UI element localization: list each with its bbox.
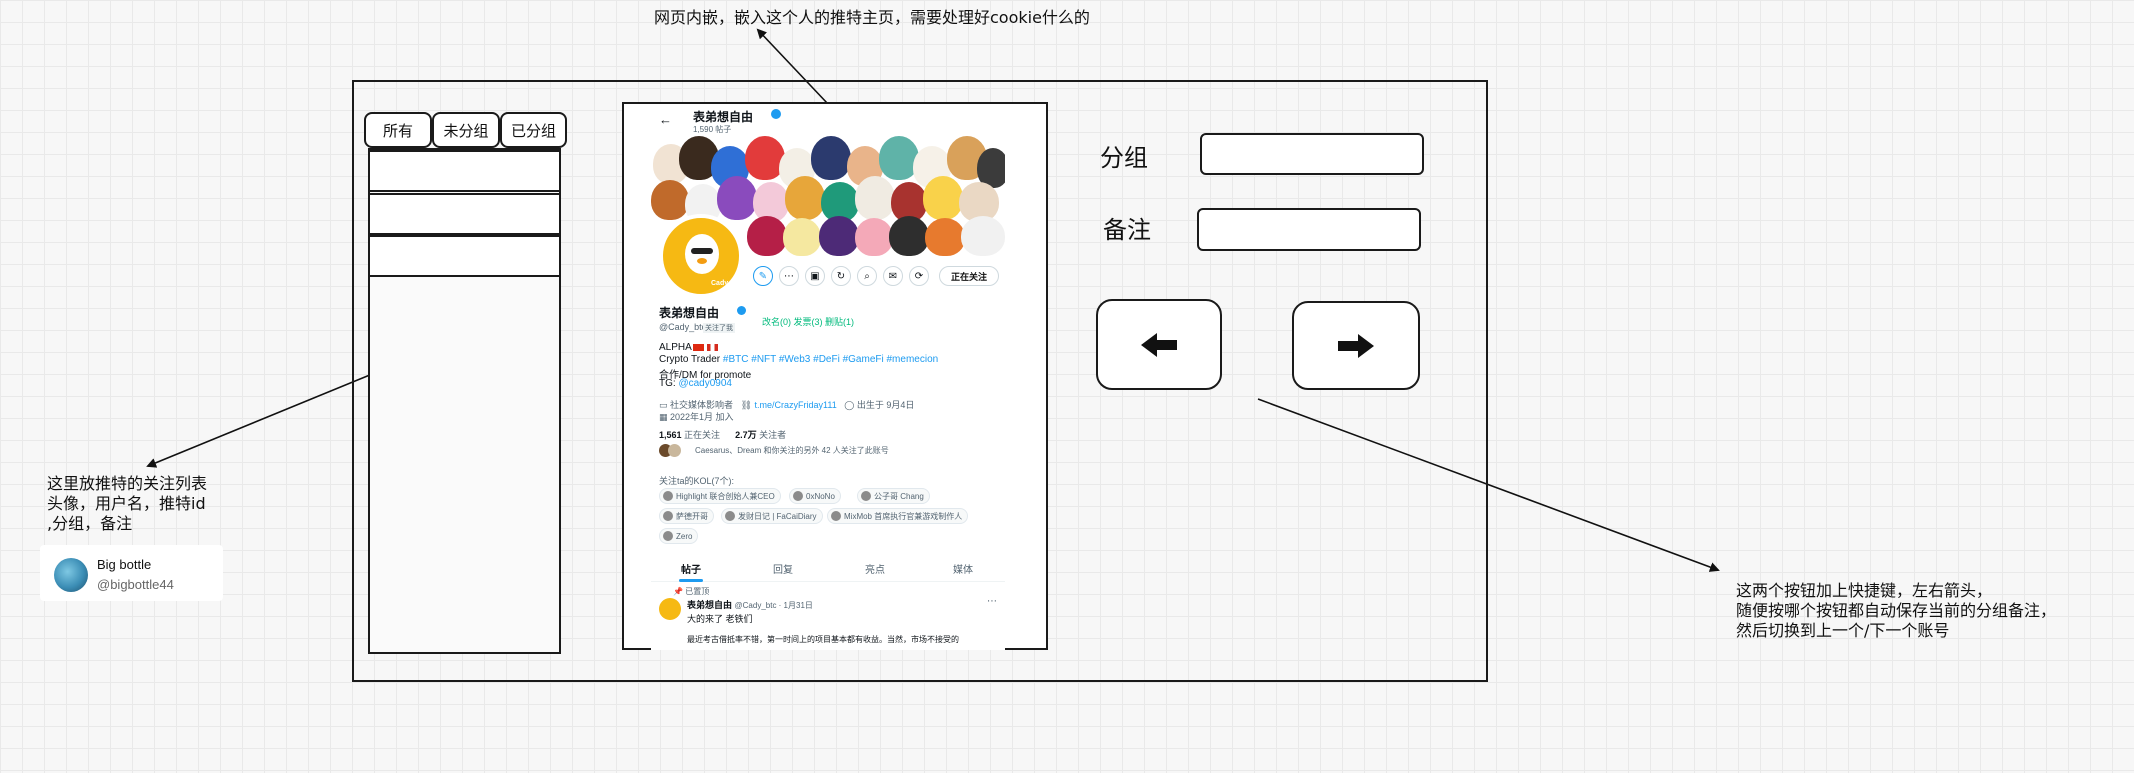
- search-icon[interactable]: ⌕: [857, 266, 877, 286]
- kol-chip[interactable]: 发财日记 | FaCaiDiary: [721, 508, 823, 524]
- right-annotation-line: 这两个按钮加上快捷键，左右箭头，: [1736, 581, 1993, 600]
- group-label: 分组: [1100, 144, 1148, 172]
- refresh-icon[interactable]: ⟳: [909, 266, 929, 286]
- edit-note-icon[interactable]: ✎: [753, 266, 773, 286]
- calendar-icon: ▦: [659, 412, 668, 422]
- profile-display-name: 表弟想自由: [659, 306, 720, 320]
- message-icon[interactable]: ✉: [883, 266, 903, 286]
- followers-count[interactable]: 2.7万: [735, 430, 757, 440]
- telegram-link[interactable]: @cady0904: [678, 378, 732, 389]
- left-annotation-line: ,分组，备注: [47, 514, 133, 533]
- left-annotation-line: 这里放推特的关注列表: [47, 474, 208, 493]
- right-annotation-line: 然后切换到上一个/下一个账号: [1736, 621, 1950, 640]
- kol-chip[interactable]: Zero: [659, 528, 699, 544]
- right-annotation-line: 随便按哪个按钮都自动保存当前的分组备注，: [1736, 601, 2057, 620]
- mutual-avatars: [659, 444, 689, 457]
- profile-website-link[interactable]: t.me/CrazyFriday111: [755, 400, 837, 410]
- balloon-icon: ◯: [844, 400, 855, 410]
- bio-prefix: Crypto Trader: [659, 354, 721, 365]
- briefcase-icon: ▭: [659, 400, 668, 410]
- user-name: Big bottle: [97, 557, 152, 572]
- list-item[interactable]: [368, 193, 561, 235]
- post-text: 大的来了 老铁们: [687, 614, 753, 624]
- note-label: 备注: [1103, 216, 1151, 244]
- profile-joined: ▦ 2022年1月 加入: [659, 410, 734, 423]
- profile-joined-text: 2022年1月 加入: [670, 412, 734, 422]
- avatar: [54, 558, 88, 592]
- profile-category: 社交媒体影响者: [670, 400, 734, 410]
- bio-prefix: TG:: [659, 378, 676, 389]
- arrow-right-icon: [1338, 333, 1374, 358]
- kol-chip[interactable]: 0xNoNo: [789, 488, 841, 504]
- twitter-profile-embed[interactable]: ← 表弟想自由 1,590 帖子 Cady ✎ ⋯ ▣ ↻ ⌕ ✉ ⟳ 正在关注…: [651, 104, 1005, 650]
- followed-by-text[interactable]: Caesarus、Dream 和你关注的另外 42 人关注了此账号: [695, 445, 889, 456]
- tab-grouped[interactable]: 已分组: [500, 112, 567, 148]
- link-icon: ⛓: [740, 400, 752, 410]
- pinned-text: 已置顶: [685, 587, 710, 596]
- kol-chip[interactable]: 公子哥 Chang: [857, 488, 930, 504]
- more-icon[interactable]: ⋯: [779, 266, 799, 286]
- verified-badge-icon: [737, 306, 746, 315]
- tab-ungrouped[interactable]: 未分组: [432, 112, 500, 148]
- profile-avatar[interactable]: Cady: [659, 214, 743, 298]
- right-annotation: 这两个按钮加上快捷键，左右箭头， 随便按哪个按钮都自动保存当前的分组备注， 然后…: [1736, 581, 2056, 641]
- followers-label: 关注者: [759, 430, 787, 440]
- list-item[interactable]: [368, 235, 561, 277]
- post-text: 最近考古借抵率不错，第一时间上的项目基本都有收益。当然，市场不接受的: [687, 635, 959, 644]
- kol-chip[interactable]: Highlight 联合创始人兼CEO: [659, 488, 781, 504]
- tab-highlights[interactable]: 亮点: [865, 561, 885, 576]
- left-annotation-line: 头像，用户名，推特id: [47, 494, 206, 513]
- grok-icon[interactable]: ▣: [805, 266, 825, 286]
- tab-media[interactable]: 媒体: [953, 561, 973, 576]
- history-icon[interactable]: ↻: [831, 266, 851, 286]
- bio-hashtags[interactable]: #BTC #NFT #Web3 #DeFi #GameFi #memecion: [723, 354, 938, 365]
- next-account-button[interactable]: [1292, 301, 1420, 390]
- list-item[interactable]: [368, 150, 561, 192]
- tab-posts[interactable]: 帖子: [681, 561, 701, 576]
- left-annotation: 这里放推特的关注列表 头像，用户名，推特id ,分组，备注: [47, 474, 207, 534]
- user-handle: @bigbottle44: [97, 577, 174, 592]
- post-more-icon[interactable]: ⋯: [987, 596, 997, 607]
- header-post-count: 1,590 帖子: [693, 125, 732, 134]
- profile-birthday: 出生于 9月4日: [856, 400, 915, 410]
- flag-cn-icon: [693, 344, 704, 351]
- follow-counts: 1,561 正在关注 2.7万 关注者: [659, 428, 786, 441]
- following-button[interactable]: 正在关注: [939, 266, 999, 286]
- bio-line: Crypto Trader #BTC #NFT #Web3 #DeFi #Gam…: [659, 354, 938, 365]
- profile-tabs: 帖子 回复 亮点 媒体: [651, 554, 1005, 582]
- profile-change-stats: 改名(0) 发票(3) 删贴(1): [762, 317, 854, 327]
- post-meta: @Cady_btc · 1月31日: [734, 601, 813, 610]
- bio-line: ALPHA: [659, 342, 692, 353]
- following-count[interactable]: 1,561: [659, 430, 682, 440]
- top-annotation: 网页内嵌，嵌入这个人的推特主页，需要处理好cookie什么的: [654, 8, 1090, 27]
- tab-all[interactable]: 所有: [364, 112, 432, 148]
- active-tab-indicator: [679, 579, 703, 582]
- sample-user-card[interactable]: Big bottle @bigbottle44: [40, 545, 223, 601]
- kol-title: 关注ta的KOL(7个):: [659, 476, 735, 486]
- tab-replies[interactable]: 回复: [773, 561, 793, 576]
- arrow-left-icon: [1141, 332, 1177, 357]
- kol-chip[interactable]: 萨德开哥: [659, 508, 714, 524]
- follows-you-badge: 关注了我: [703, 323, 735, 333]
- verified-badge-icon: [771, 109, 781, 119]
- back-arrow-icon[interactable]: ←: [659, 112, 672, 127]
- group-field[interactable]: [1200, 133, 1424, 175]
- post-header: 表弟想自由 @Cady_btc · 1月31日: [687, 598, 813, 611]
- post-avatar[interactable]: [659, 598, 681, 620]
- avatar-caption: Cady: [711, 280, 729, 287]
- pin-icon: 📌: [673, 587, 683, 596]
- bio-line: TG: @cady0904: [659, 378, 732, 389]
- prev-account-button[interactable]: [1096, 299, 1222, 390]
- post-author[interactable]: 表弟想自由: [687, 600, 732, 610]
- pinned-label: 📌 已置顶: [673, 586, 709, 597]
- kol-chip[interactable]: MixMob 首席执行官兼游戏制作人: [827, 508, 969, 524]
- header-display-name: 表弟想自由: [693, 110, 754, 124]
- profile-handle: @Cady_btc: [659, 322, 707, 332]
- following-label: 正在关注: [684, 430, 721, 440]
- note-field[interactable]: [1197, 208, 1421, 251]
- flag-ca-icon: [707, 344, 718, 351]
